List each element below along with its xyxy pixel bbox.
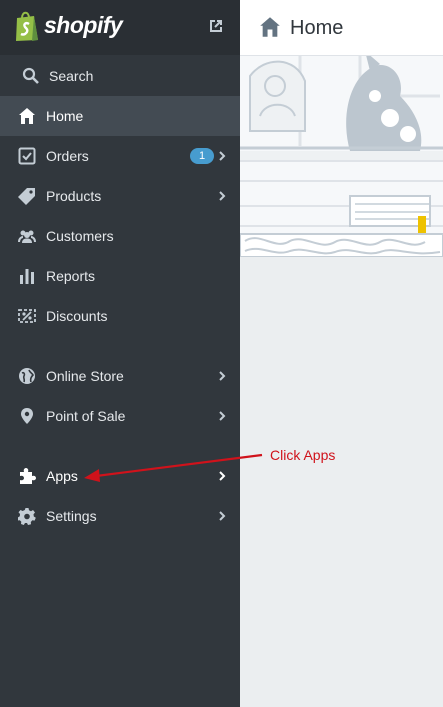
- nav-item-settings[interactable]: Settings: [0, 496, 240, 536]
- brand-bar: shopify: [0, 0, 240, 55]
- globe-icon: [19, 368, 35, 384]
- external-link-icon[interactable]: [209, 19, 223, 33]
- nav-label-home: Home: [46, 108, 84, 124]
- nav-label-products: Products: [46, 188, 102, 204]
- shop-scene-illustration: [240, 56, 443, 257]
- chevron-right-icon: [219, 151, 226, 161]
- nav-item-apps[interactable]: Apps: [0, 456, 240, 496]
- nav-item-home[interactable]: Home: [0, 96, 240, 136]
- chevron-right-icon: [219, 191, 226, 201]
- nav-label-customers: Customers: [46, 228, 114, 244]
- welcome-illustration: [240, 56, 443, 257]
- orders-icon: [18, 147, 36, 165]
- search-icon: [22, 67, 39, 84]
- top-bar: Home: [240, 0, 443, 56]
- home-icon: [19, 108, 35, 124]
- nav-label-apps: Apps: [46, 468, 78, 484]
- nav-item-discounts[interactable]: Discounts: [0, 296, 240, 336]
- gear-icon: [18, 508, 36, 525]
- sidebar: shopify Search Home Orders 1 Products Cu…: [0, 0, 240, 707]
- nav-label-orders: Orders: [46, 148, 89, 164]
- search-label: Search: [49, 68, 94, 84]
- search-item[interactable]: Search: [0, 56, 240, 96]
- nav-item-point-of-sale[interactable]: Point of Sale: [0, 396, 240, 436]
- nav-item-reports[interactable]: Reports: [0, 256, 240, 296]
- customers-icon: [18, 230, 36, 243]
- chevron-right-icon: [219, 371, 226, 381]
- nav-label-discounts: Discounts: [46, 308, 108, 324]
- chevron-right-icon: [219, 511, 226, 521]
- brand-name[interactable]: shopify: [44, 12, 123, 39]
- location-pin-icon: [21, 408, 33, 424]
- home-icon: [260, 17, 280, 37]
- nav-item-products[interactable]: Products: [0, 176, 240, 216]
- chevron-right-icon: [219, 471, 226, 481]
- nav-label-point-of-sale: Point of Sale: [46, 408, 126, 424]
- tag-icon: [18, 188, 35, 205]
- page-title: Home: [290, 17, 344, 39]
- nav-label-reports: Reports: [46, 268, 96, 284]
- chevron-right-icon: [219, 411, 226, 421]
- nav-item-online-store[interactable]: Online Store: [0, 356, 240, 396]
- orders-count-badge: 1: [190, 148, 214, 164]
- discounts-icon: [18, 309, 36, 323]
- nav-label-settings: Settings: [46, 508, 97, 524]
- nav-item-orders[interactable]: Orders 1: [0, 136, 240, 176]
- reports-icon: [20, 269, 34, 284]
- shopify-bag-icon: [16, 11, 38, 41]
- nav-item-customers[interactable]: Customers: [0, 216, 240, 256]
- nav-label-online-store: Online Store: [46, 368, 124, 384]
- annotation-label: Click Apps: [270, 447, 336, 463]
- puzzle-icon: [20, 468, 36, 484]
